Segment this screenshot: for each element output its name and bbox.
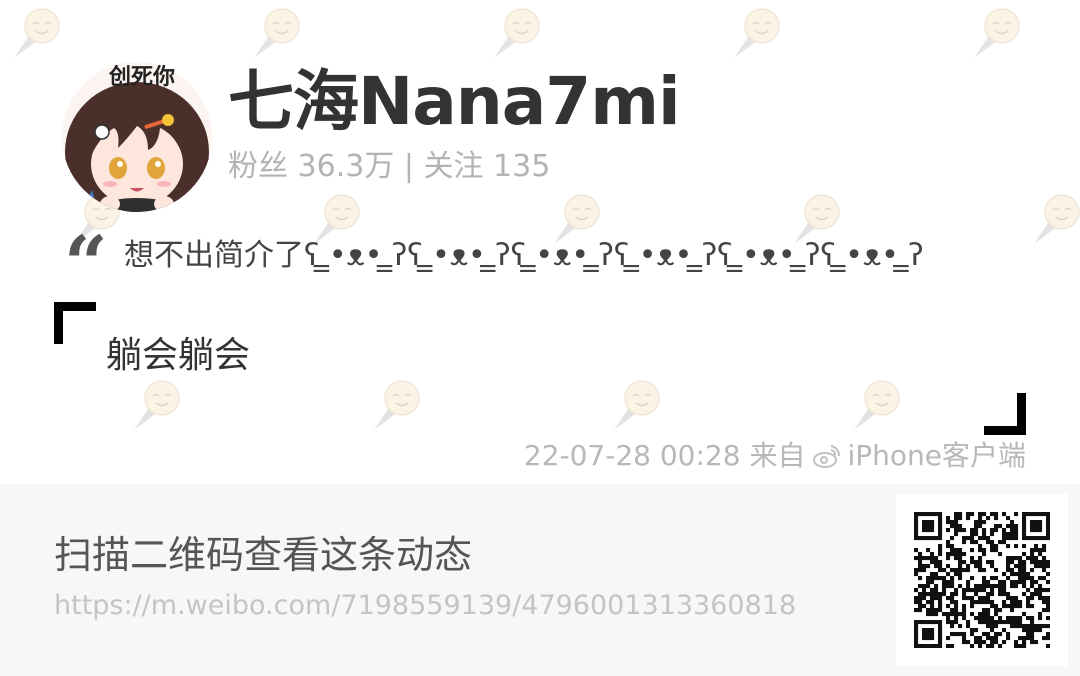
weibo-icon bbox=[811, 440, 843, 472]
qr-code-icon bbox=[914, 512, 1050, 648]
weibo-share-card: 创死你 七海Nana7mi 粉丝 36.3万 | 关注 135 “ 想不出简介了… bbox=[0, 0, 1080, 676]
avatar-image: 创死你 bbox=[62, 62, 212, 212]
watermark-icon bbox=[134, 380, 180, 430]
watermark-icon bbox=[374, 380, 420, 430]
watermark-icon bbox=[734, 8, 780, 58]
post-timestamp: 22-07-28 00:28 bbox=[523, 439, 741, 472]
scan-qr-label: 扫描二维码查看这条动态 bbox=[54, 533, 473, 577]
close-bracket-icon bbox=[984, 393, 1026, 435]
user-bio: 想不出简介了ʕ ̳•ᴥ• ̳ʔʕ ̳•ᴥ• ̳ʔʕ ̳•ᴥ• ̳ʔʕ ̳•ᴥ• … bbox=[124, 238, 924, 273]
watermark-icon bbox=[1034, 194, 1080, 244]
post-source[interactable]: iPhone客户端 bbox=[847, 436, 1026, 476]
post-url[interactable]: https://m.weibo.com/7198559139/479600131… bbox=[54, 588, 796, 624]
post-content: 躺会躺会 bbox=[106, 335, 251, 376]
avatar-caption: 创死你 bbox=[108, 65, 175, 90]
username[interactable]: 七海Nana7mi bbox=[228, 60, 681, 144]
quote-mark-icon: “ bbox=[64, 219, 108, 308]
follower-stats: 粉丝 36.3万 | 关注 135 bbox=[228, 149, 551, 184]
watermark-icon bbox=[974, 8, 1020, 58]
from-label: 来自 bbox=[749, 439, 806, 472]
avatar[interactable]: 创死你 bbox=[62, 62, 212, 212]
watermark-icon bbox=[254, 8, 300, 58]
watermark-icon bbox=[494, 8, 540, 58]
watermark-icon bbox=[614, 380, 660, 430]
share-footer: 扫描二维码查看这条动态 https://m.weibo.com/71985591… bbox=[0, 484, 1080, 676]
post-meta: 22-07-28 00:28 来自 iPhone客户端 bbox=[524, 436, 1026, 476]
watermark-icon bbox=[854, 380, 900, 430]
open-bracket-icon bbox=[54, 302, 96, 344]
watermark-icon bbox=[14, 8, 60, 58]
qr-code[interactable] bbox=[896, 494, 1068, 666]
